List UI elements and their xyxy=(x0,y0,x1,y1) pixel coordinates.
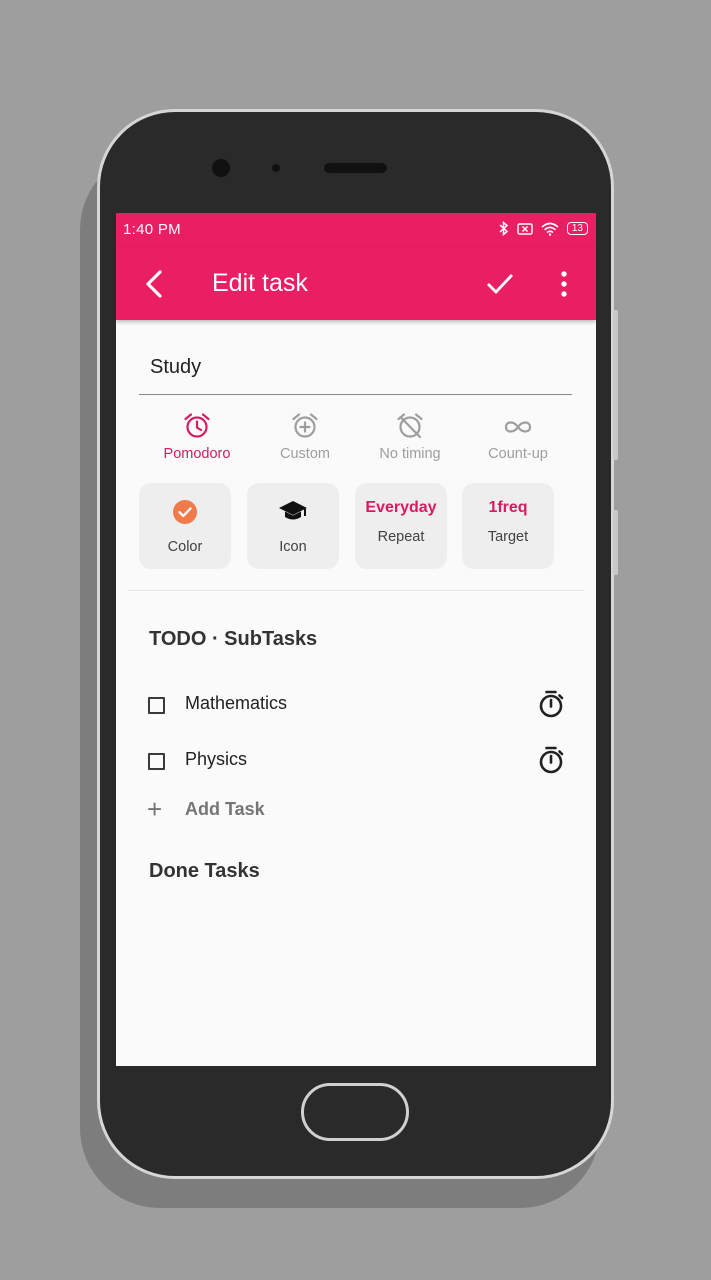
repeat-value: Everyday xyxy=(365,499,437,516)
mode-count-up[interactable]: Count-up xyxy=(463,412,573,462)
mode-label: Pomodoro xyxy=(163,446,231,462)
status-bar: 1:40 PM 13 xyxy=(116,213,596,247)
divider xyxy=(128,590,584,591)
save-check-icon[interactable] xyxy=(485,269,515,299)
target-card[interactable]: 1freq Target xyxy=(462,483,554,569)
side-button xyxy=(613,310,618,460)
mode-label: Count-up xyxy=(488,446,548,462)
task-name-input[interactable] xyxy=(139,341,572,395)
target-label: Target xyxy=(487,529,529,545)
alarm-off-icon xyxy=(397,413,423,439)
page-title: Edit task xyxy=(212,269,308,297)
color-label: Color xyxy=(167,539,203,555)
alarm-plus-icon xyxy=(292,413,318,438)
app-bar: Edit task xyxy=(116,247,596,320)
mode-label: No timing xyxy=(379,446,441,462)
status-time: 1:40 PM xyxy=(123,221,181,238)
list-item: Physics xyxy=(116,741,596,781)
icon-card[interactable]: Icon xyxy=(247,483,339,569)
graduation-cap-icon xyxy=(279,501,307,520)
mode-no-timing[interactable]: No timing xyxy=(355,412,465,462)
wifi-icon xyxy=(541,222,559,236)
done-section-title: Done Tasks xyxy=(149,860,260,882)
plus-icon: + xyxy=(147,794,163,824)
front-camera xyxy=(212,159,230,177)
more-options-icon[interactable] xyxy=(554,270,574,298)
infinity-icon xyxy=(504,421,532,433)
proximity-sensor xyxy=(272,164,280,172)
status-icons: 13 xyxy=(499,221,588,236)
screen: 1:40 PM 13 Edit task Study Pomodoro Cust… xyxy=(116,213,596,1066)
task-name: Mathematics xyxy=(185,693,288,713)
task-checkbox[interactable] xyxy=(148,753,165,770)
icon-label: Icon xyxy=(279,539,307,555)
check-circle-icon xyxy=(173,500,197,524)
battery-icon: 13 xyxy=(566,222,588,235)
stopwatch-icon[interactable] xyxy=(537,745,565,775)
mode-custom[interactable]: Custom xyxy=(250,412,360,462)
task-checkbox[interactable] xyxy=(148,697,165,714)
color-card[interactable]: Color xyxy=(139,483,231,569)
repeat-label: Repeat xyxy=(377,529,425,545)
earpiece-speaker xyxy=(324,163,387,173)
add-task-button[interactable]: + Add Task xyxy=(116,793,416,829)
back-arrow-icon[interactable] xyxy=(142,269,168,299)
todo-section-title: TODO · SubTasks xyxy=(149,628,318,650)
target-value: 1freq xyxy=(488,499,528,516)
side-button xyxy=(613,510,618,575)
stopwatch-icon[interactable] xyxy=(537,689,565,719)
task-name: Physics xyxy=(185,749,248,769)
bluetooth-icon xyxy=(499,221,509,236)
sim-icon xyxy=(517,222,533,235)
mode-label: Custom xyxy=(280,446,330,462)
mode-pomodoro[interactable]: Pomodoro xyxy=(142,412,252,462)
home-button[interactable] xyxy=(301,1083,409,1141)
alarm-clock-icon xyxy=(184,413,210,438)
add-task-label: Add Task xyxy=(185,799,265,819)
list-item: Mathematics xyxy=(116,685,596,725)
repeat-card[interactable]: Everyday Repeat xyxy=(355,483,447,569)
